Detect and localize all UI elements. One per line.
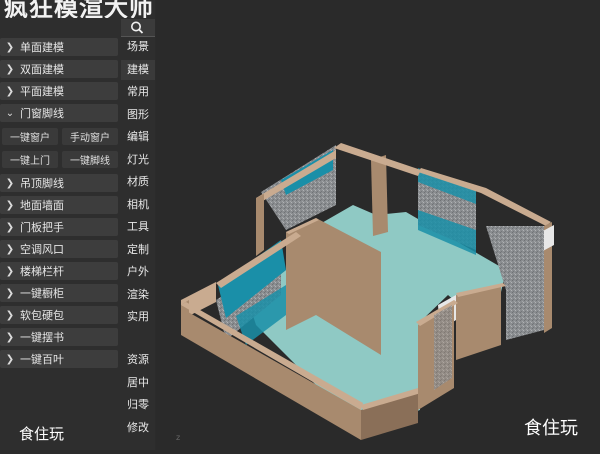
doors-windows-submenu: 一键窗户 手动窗户 一键上门 一键脚线 — [0, 126, 119, 174]
tab-materials[interactable]: 材质 — [121, 172, 155, 192]
category-tabs: 场景 建模 常用 图形 编辑 灯光 材质 相机 工具 定制 户外 渲染 实用 — [121, 37, 155, 330]
feature-menu: ❯ 单面建模 ❯ 双面建模 ❯ 平面建模 ⌄ 门窗脚线 一键窗户 手动窗户 一键… — [0, 38, 119, 372]
category-tabs-bottom: 资源 居中 归零 修改 — [121, 350, 155, 440]
chevron-right-icon: ❯ — [5, 221, 15, 233]
viewport-watermark-text: 食住玩 — [524, 418, 578, 439]
tab-utility[interactable]: 实用 — [121, 307, 155, 327]
front-right-wall — [456, 285, 501, 360]
menu-item-books[interactable]: ❯ 一键摆书 — [0, 328, 118, 346]
tab-shapes[interactable]: 图形 — [121, 105, 155, 125]
tab-render[interactable]: 渲染 — [121, 285, 155, 305]
tab-scene[interactable]: 场景 — [121, 37, 155, 57]
menu-item-double-wall[interactable]: ❯ 双面建模 — [0, 60, 118, 78]
chevron-right-icon: ❯ — [5, 85, 15, 97]
tab-custom[interactable]: 定制 — [121, 240, 155, 260]
tab-tools[interactable]: 工具 — [121, 217, 155, 237]
chevron-right-icon: ❯ — [5, 41, 15, 53]
tab-lighting[interactable]: 灯光 — [121, 150, 155, 170]
room-model-render: z — [176, 143, 554, 442]
menu-item-door-handle[interactable]: ❯ 门板把手 — [0, 218, 118, 236]
title-bar: 疯狂模渲大师 — [0, 0, 155, 18]
menu-item-label: 单面建模 — [20, 41, 64, 54]
menu-item-plan-modeling[interactable]: ❯ 平面建模 — [0, 82, 118, 100]
menu-item-ac-vent[interactable]: ❯ 空调风口 — [0, 240, 118, 258]
menu-item-label: 软包硬包 — [20, 309, 64, 322]
outer-wall-left-side — [256, 194, 264, 256]
search-button[interactable] — [121, 19, 155, 37]
menu-item-soft-panel[interactable]: ❯ 软包硬包 — [0, 306, 118, 324]
tab-common[interactable]: 常用 — [121, 82, 155, 102]
chevron-right-icon: ❯ — [5, 331, 15, 343]
chevron-right-icon: ❯ — [5, 287, 15, 299]
tab-edit[interactable]: 编辑 — [121, 127, 155, 147]
chevron-right-icon: ❯ — [5, 63, 15, 75]
menu-item-label: 楼梯栏杆 — [20, 265, 64, 278]
menu-item-label: 一键百叶 — [20, 353, 64, 366]
tab-reset[interactable]: 归零 — [121, 395, 155, 415]
3d-viewport[interactable]: z — [156, 0, 600, 450]
menu-item-ceiling-trim[interactable]: ❯ 吊顶脚线 — [0, 174, 118, 192]
search-icon — [131, 21, 144, 34]
menu-item-label: 平面建模 — [20, 85, 64, 98]
menu-item-label: 门窗脚线 — [20, 107, 64, 120]
chevron-right-icon: ❯ — [5, 353, 15, 365]
menu-item-label: 空调风口 — [20, 243, 64, 256]
one-click-baseboard-button[interactable]: 一键脚线 — [62, 151, 118, 168]
menu-item-label: 门板把手 — [20, 221, 64, 234]
menu-item-label: 地面墙面 — [20, 199, 64, 212]
menu-item-single-wall[interactable]: ❯ 单面建模 — [0, 38, 118, 56]
viewport-axis-label: z — [176, 433, 180, 442]
chevron-right-icon: ❯ — [5, 309, 15, 321]
column — [371, 155, 388, 236]
chevron-right-icon: ❯ — [5, 199, 15, 211]
tab-modify[interactable]: 修改 — [121, 418, 155, 438]
menu-item-stair-railing[interactable]: ❯ 楼梯栏杆 — [0, 262, 118, 280]
tab-modeling[interactable]: 建模 — [121, 59, 155, 80]
tab-center[interactable]: 居中 — [121, 373, 155, 393]
menu-item-label: 双面建模 — [20, 63, 64, 76]
chevron-right-icon: ❯ — [5, 265, 15, 277]
chevron-down-icon: ⌄ — [5, 107, 15, 119]
one-click-window-button[interactable]: 一键窗户 — [2, 128, 58, 145]
tab-outdoor[interactable]: 户外 — [121, 262, 155, 282]
modeling-plugin-panel: 疯狂模渲大师 ❯ 单面建模 ❯ 双面建模 ❯ 平面建模 ⌄ 门窗脚线 一键窗户 … — [0, 0, 155, 450]
tab-resources[interactable]: 资源 — [121, 350, 155, 370]
menu-item-floor-wall[interactable]: ❯ 地面墙面 — [0, 196, 118, 214]
menu-item-label: 一键摆书 — [20, 331, 64, 344]
watermark-text: 食住玩 — [19, 425, 65, 443]
app-title: 疯狂模渲大师 — [4, 0, 154, 18]
chevron-right-icon: ❯ — [5, 177, 15, 189]
menu-item-cabinet[interactable]: ❯ 一键橱柜 — [0, 284, 118, 302]
one-click-door-button[interactable]: 一键上门 — [2, 151, 58, 168]
chevron-right-icon: ❯ — [5, 243, 15, 255]
menu-item-label: 一键橱柜 — [20, 287, 64, 300]
manual-window-button[interactable]: 手动窗户 — [62, 128, 118, 145]
tab-camera[interactable]: 相机 — [121, 195, 155, 215]
menu-item-label: 吊顶脚线 — [20, 177, 64, 190]
front-inner-noise — [434, 305, 452, 390]
menu-item-blinds[interactable]: ❯ 一键百叶 — [0, 350, 118, 368]
menu-item-doors-windows-trim[interactable]: ⌄ 门窗脚线 — [0, 104, 118, 122]
